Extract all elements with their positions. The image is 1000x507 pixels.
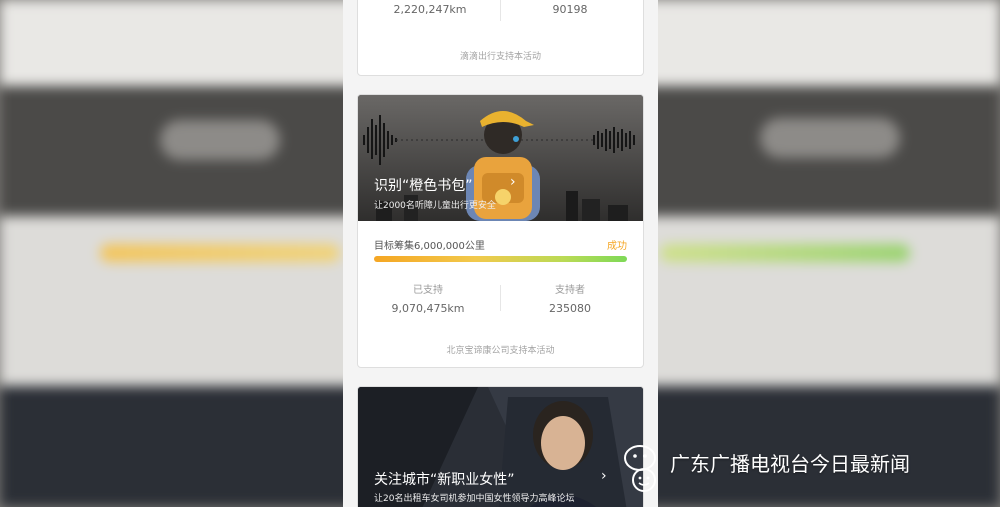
progress-bar — [374, 256, 627, 262]
stat-value: 2,220,247km — [393, 3, 467, 16]
campaign-card-orange-backpack[interactable]: 识别“橙色书包” › 让2000名听障儿童出行更安全 目标筹集6,000,000… — [357, 94, 644, 368]
campaign-card-female-drivers[interactable]: 关注城市“新职业女性” › 让20名出租车女司机参加中国女性领导力高峰论坛 — [357, 386, 644, 507]
campaign-banner[interactable]: 识别“橙色书包” › 让2000名听障儿童出行更安全 — [358, 95, 643, 221]
status-badge: 成功 — [607, 241, 627, 252]
campaign-banner[interactable]: 关注城市“新职业女性” › 让20名出租车女司机参加中国女性领导力高峰论坛 — [358, 387, 643, 507]
watermark-text: 广东广播电视台今日最新闻 — [670, 452, 910, 476]
banner-title: 识别“橙色书包” — [374, 178, 473, 194]
stat-label: 支持者 — [555, 285, 585, 296]
goal-text: 目标筹集6,000,000公里 — [374, 241, 485, 252]
stat-supported: 已支持 9,070,475km — [368, 281, 488, 315]
chevron-right-icon: › — [510, 174, 516, 190]
sponsor-text: 滴滴出行支持本活动 — [459, 52, 541, 62]
stat-value: 235080 — [549, 302, 591, 315]
stat-value: 90198 — [552, 3, 588, 16]
campaign-card-didi[interactable]: 2,220,247km 90198 滴滴出行支持本活动 — [357, 0, 644, 76]
stat-label: 已支持 — [413, 285, 443, 296]
stat-value: 9,070,475km — [391, 302, 465, 315]
banner-subtitle: 让2000名听障儿童出行更安全 — [374, 201, 496, 211]
banner-photo — [358, 387, 643, 507]
stat-supporters: 支持者 235080 — [510, 281, 630, 315]
wechat-icon — [624, 445, 656, 492]
banner-subtitle: 让20名出租车女司机参加中国女性领导力高峰论坛 — [374, 494, 575, 504]
phone-screen: 2,220,247km 90198 滴滴出行支持本活动 识别“橙色书包” › 让… — [343, 0, 658, 507]
divider — [500, 0, 501, 21]
stat-supported: 2,220,247km — [370, 0, 490, 16]
sponsor-text: 北京宝谛康公司支持本活动 — [446, 346, 555, 356]
divider — [500, 285, 501, 311]
banner-title: 关注城市“新职业女性” — [374, 472, 515, 488]
chevron-right-icon: › — [601, 468, 607, 484]
stat-supporters: 90198 — [510, 0, 630, 16]
